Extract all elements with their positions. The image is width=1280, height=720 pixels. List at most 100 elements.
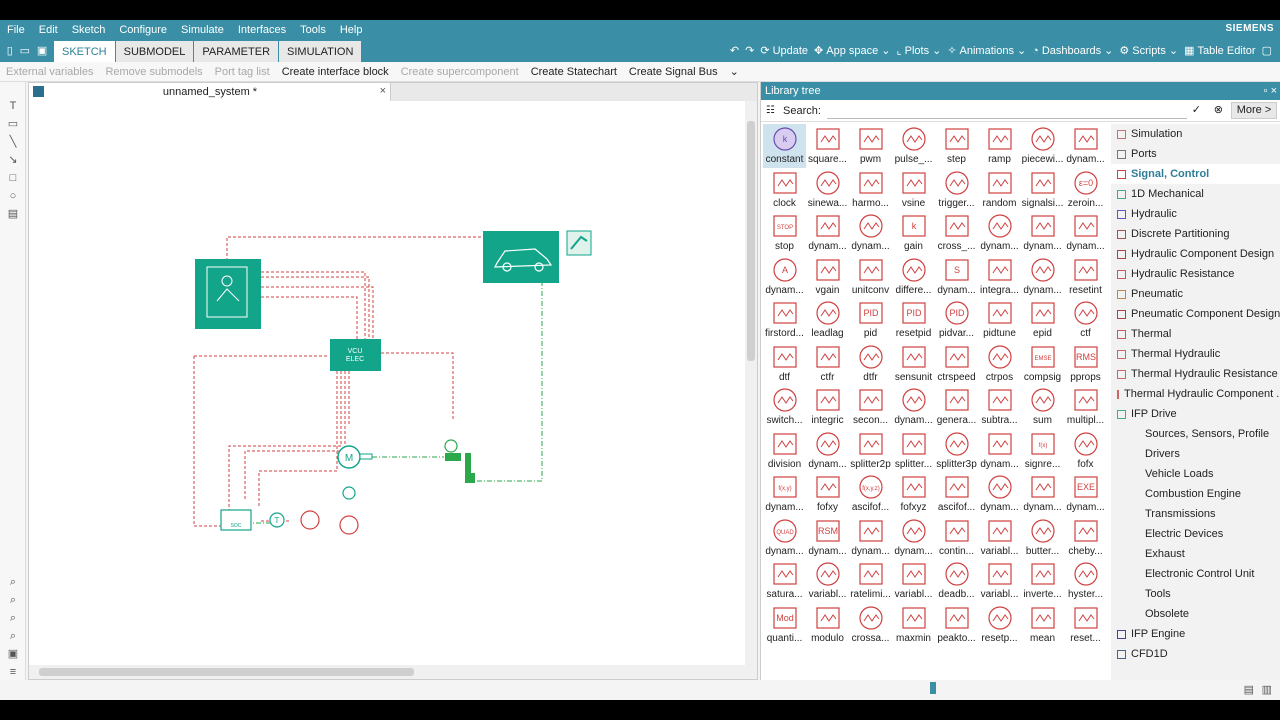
zoom-in-icon[interactable]: ⌕ bbox=[6, 576, 20, 588]
library-item[interactable]: integra... bbox=[978, 255, 1021, 299]
library-tree-item[interactable]: Thermal Hydraulic Resistance bbox=[1111, 364, 1280, 384]
library-item[interactable]: splitter... bbox=[892, 429, 935, 473]
library-item[interactable]: dynam... bbox=[849, 516, 892, 560]
library-item[interactable]: dynam... bbox=[978, 429, 1021, 473]
vehicle-component[interactable] bbox=[483, 230, 592, 283]
tab-sketch[interactable]: SKETCH bbox=[54, 41, 115, 62]
library-item[interactable]: clock bbox=[763, 168, 806, 212]
library-tree-item[interactable]: 1D Mechanical bbox=[1111, 184, 1280, 204]
battery-component[interactable]: SOC T bbox=[220, 509, 359, 535]
library-item[interactable]: switch... bbox=[763, 385, 806, 429]
scroll-thumb[interactable] bbox=[747, 121, 755, 361]
canvas-horizontal-scrollbar[interactable] bbox=[29, 665, 745, 679]
library-item[interactable]: Adynam... bbox=[763, 255, 806, 299]
library-item[interactable]: multipl... bbox=[1064, 385, 1107, 429]
library-tree-item[interactable]: IFP Engine bbox=[1111, 624, 1280, 644]
library-item[interactable]: leadlag bbox=[806, 298, 849, 342]
library-item[interactable]: dynam... bbox=[978, 472, 1021, 516]
library-item[interactable]: dynam... bbox=[806, 429, 849, 473]
library-tree-item[interactable]: Thermal bbox=[1111, 324, 1280, 344]
library-tree-item[interactable]: Sources, Sensors, Profile bbox=[1111, 424, 1280, 444]
library-item[interactable]: resetint bbox=[1064, 255, 1107, 299]
table-editor-button[interactable]: ▦ Table Editor bbox=[1184, 44, 1256, 58]
library-item[interactable]: variabl... bbox=[978, 559, 1021, 603]
library-item[interactable]: dtf bbox=[763, 342, 806, 386]
library-item[interactable]: dynam... bbox=[892, 385, 935, 429]
library-item[interactable]: division bbox=[763, 429, 806, 473]
chevron-down-icon[interactable]: ⌄ bbox=[730, 65, 739, 78]
canvas-vertical-scrollbar[interactable] bbox=[745, 101, 757, 679]
library-tree-item[interactable]: Tools bbox=[1111, 584, 1280, 604]
update-button[interactable]: ⟳ Update bbox=[760, 44, 808, 58]
scripts-button[interactable]: ⚙ Scripts ⌄ bbox=[1119, 44, 1178, 58]
create-supercomponent-button[interactable]: Create supercomponent bbox=[401, 66, 519, 78]
transmission-component[interactable] bbox=[444, 439, 475, 483]
search-input[interactable] bbox=[826, 102, 1187, 119]
zoom-out-icon[interactable]: ⌕ bbox=[6, 594, 20, 606]
new-file-icon[interactable]: ▯ bbox=[7, 44, 13, 57]
external-variables-button[interactable]: External variables bbox=[6, 66, 93, 78]
library-item[interactable]: mean bbox=[1021, 603, 1064, 647]
sketch-diagram[interactable]: VCU ELEC M SOC T bbox=[29, 101, 745, 667]
library-item[interactable]: dynam... bbox=[892, 516, 935, 560]
save-icon[interactable]: ▣ bbox=[37, 44, 47, 57]
rectangle-tool-icon[interactable]: □ bbox=[6, 172, 20, 184]
library-item[interactable]: differe... bbox=[892, 255, 935, 299]
library-item[interactable]: peakto... bbox=[935, 603, 978, 647]
redo-icon[interactable]: ↷ bbox=[745, 44, 754, 57]
library-item[interactable]: signalsi... bbox=[1021, 168, 1064, 212]
library-item[interactable]: dtfr bbox=[849, 342, 892, 386]
port-tag-list-button[interactable]: Port tag list bbox=[215, 66, 270, 78]
library-item[interactable]: ascifof... bbox=[935, 472, 978, 516]
library-item[interactable]: dynam... bbox=[1064, 211, 1107, 255]
library-item[interactable]: ctrspeed bbox=[935, 342, 978, 386]
menu-simulate[interactable]: Simulate bbox=[174, 24, 231, 36]
library-tree-item[interactable]: Ports bbox=[1111, 144, 1280, 164]
create-statechart-button[interactable]: Create Statechart bbox=[531, 66, 617, 78]
library-tree-item[interactable]: Thermal Hydraulic Component ... bbox=[1111, 384, 1280, 404]
library-item[interactable]: butter... bbox=[1021, 516, 1064, 560]
driver-component[interactable] bbox=[195, 259, 261, 329]
library-item[interactable]: resetp... bbox=[978, 603, 1021, 647]
library-item[interactable]: dynam... bbox=[849, 211, 892, 255]
motor-component[interactable]: M bbox=[337, 445, 373, 500]
library-item[interactable]: PID pid bbox=[849, 298, 892, 342]
library-item[interactable]: secon... bbox=[849, 385, 892, 429]
library-item[interactable]: hyster... bbox=[1064, 559, 1107, 603]
library-item[interactable]: random bbox=[978, 168, 1021, 212]
undo-icon[interactable]: ↶ bbox=[730, 44, 739, 57]
tab-parameter[interactable]: PARAMETER bbox=[194, 41, 279, 62]
library-item[interactable]: dynam... bbox=[1064, 124, 1107, 168]
library-item[interactable]: fofxy bbox=[806, 472, 849, 516]
close-icon[interactable]: × bbox=[380, 85, 386, 97]
app-space-button[interactable]: ✥ App space ⌄ bbox=[814, 44, 890, 58]
library-item[interactable]: ratelimi... bbox=[849, 559, 892, 603]
library-item[interactable]: k gain bbox=[892, 211, 935, 255]
menu-sketch[interactable]: Sketch bbox=[65, 24, 113, 36]
library-item[interactable]: square... bbox=[806, 124, 849, 168]
library-item[interactable]: f(x,y,z) ascifof... bbox=[849, 472, 892, 516]
ellipse-tool-icon[interactable]: ○ bbox=[6, 190, 20, 202]
library-tree-item[interactable]: Exhaust bbox=[1111, 544, 1280, 564]
library-item[interactable]: dynam... bbox=[1021, 472, 1064, 516]
close-icon[interactable]: ▫ × bbox=[1264, 82, 1277, 100]
zoom-area-icon[interactable]: ⌕ bbox=[6, 630, 20, 642]
library-item[interactable]: ctrpos bbox=[978, 342, 1021, 386]
library-item[interactable]: dynam... bbox=[1021, 211, 1064, 255]
library-item[interactable]: RMS pprops bbox=[1064, 342, 1107, 386]
line-tool-icon[interactable]: ╲ bbox=[6, 136, 20, 148]
vcu-component[interactable]: VCU ELEC bbox=[330, 339, 381, 371]
document-tab[interactable]: unnamed_system * × bbox=[29, 83, 391, 101]
overview-icon[interactable]: ▣ bbox=[6, 648, 20, 660]
library-item[interactable]: sensunit bbox=[892, 342, 935, 386]
library-item[interactable]: sinewa... bbox=[806, 168, 849, 212]
library-tree-item[interactable]: Combustion Engine bbox=[1111, 484, 1280, 504]
library-tree-item[interactable]: Transmissions bbox=[1111, 504, 1280, 524]
library-tree-item[interactable]: IFP Drive bbox=[1111, 404, 1280, 424]
zoom-fit-icon[interactable]: ⌕ bbox=[6, 612, 20, 624]
library-item[interactable]: subtra... bbox=[978, 385, 1021, 429]
library-item[interactable]: STOP stop bbox=[763, 211, 806, 255]
menu-interfaces[interactable]: Interfaces bbox=[231, 24, 293, 36]
library-item[interactable]: dynam... bbox=[806, 211, 849, 255]
image-tool-icon[interactable]: ▭ bbox=[6, 118, 20, 130]
